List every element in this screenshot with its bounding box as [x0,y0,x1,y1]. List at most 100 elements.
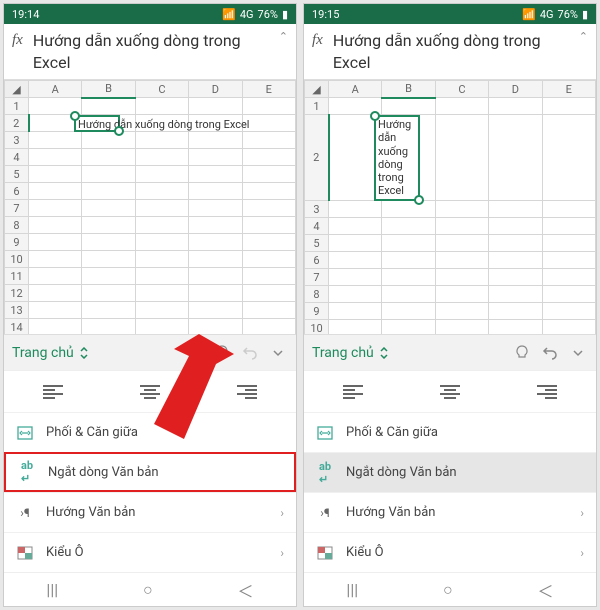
cell-style-button[interactable]: Kiểu Ô › [304,532,596,572]
cell-style-icon [316,546,334,560]
menu-label: Kiểu Ô [46,545,84,560]
text-direction-button[interactable]: ›¶ Hướng Văn bản › [4,492,296,532]
alignment-row [304,370,596,412]
row-header[interactable]: 9 [5,234,29,251]
align-center-button[interactable] [101,371,198,412]
status-time: 19:15 [312,8,339,21]
spreadsheet-grid[interactable]: ◢ A B C D E 1 2 3 4 5 6 7 8 9 10 11 12 1… [304,80,596,334]
col-header[interactable]: B [382,81,435,98]
col-header[interactable]: B [82,81,135,98]
row-header[interactable]: 6 [305,252,329,269]
align-left-button[interactable] [304,371,401,412]
col-header[interactable]: C [135,81,188,98]
col-header[interactable]: E [542,81,595,98]
col-header[interactable]: A [329,81,382,98]
row-header[interactable]: 2 [305,115,329,201]
row-header[interactable]: 5 [5,166,29,183]
home-button[interactable]: ○ [443,580,453,600]
row-header[interactable]: 10 [305,320,329,334]
home-tab[interactable]: Trang chủ [312,345,390,361]
menu-label: Hướng Văn bản [346,505,435,520]
back-button[interactable]: ＜ [238,578,254,602]
menu-label: Hướng Văn bản [46,505,135,520]
select-all-corner[interactable]: ◢ [305,81,329,98]
select-all-corner[interactable]: ◢ [5,81,29,98]
row-header[interactable]: 12 [5,285,29,302]
row-header[interactable]: 1 [305,98,329,115]
back-button[interactable]: ＜ [538,578,554,602]
wrap-text-button[interactable]: ab↵ Ngắt dòng Văn bản [4,452,296,492]
network-rate: 4G [240,8,254,21]
expand-icon[interactable]: ⌃ [279,30,288,43]
text-direction-icon: ›¶ [316,506,334,520]
row-header[interactable]: 7 [305,269,329,286]
row-header[interactable]: 5 [305,235,329,252]
row-header[interactable]: 2 [5,115,29,132]
col-header[interactable]: D [189,81,242,98]
col-header[interactable]: A [29,81,82,98]
row-header[interactable]: 8 [305,286,329,303]
lightbulb-icon[interactable] [212,343,232,363]
undo-icon[interactable] [540,343,560,363]
home-tab[interactable]: Trang chủ [12,345,90,361]
row-header[interactable]: 7 [5,200,29,217]
wrap-text-icon: ab↵ [18,459,36,485]
align-center-button[interactable] [401,371,498,412]
menu-label: Ngắt dòng Văn bản [48,465,159,480]
expand-icon[interactable]: ⌃ [579,30,588,43]
row-header[interactable]: 14 [5,319,29,334]
menu-label: Phối & Căn giữa [46,425,138,440]
android-navbar: ||| ○ ＜ [4,572,296,606]
undo-icon[interactable] [240,343,260,363]
recent-apps-button[interactable]: ||| [46,580,58,599]
home-button[interactable]: ○ [143,580,153,600]
right-screenshot: 19:15 📶 4G 76% ▮ fx Hướng dẫn xuống dòng… [303,3,597,607]
row-header[interactable]: 10 [5,251,29,268]
row-header[interactable]: 9 [305,303,329,320]
lightbulb-icon[interactable] [512,343,532,363]
status-bar: 19:14 📶 4G 76% ▮ [4,4,296,24]
formula-text[interactable]: Hướng dẫn xuống dòng trong Excel [333,30,573,73]
row-header[interactable]: 1 [5,98,29,115]
align-right-button[interactable] [199,371,296,412]
ribbon-strip: Trang chủ [304,334,596,370]
network-rate: 4G [540,8,554,21]
formula-bar[interactable]: fx Hướng dẫn xuống dòng trong Excel ⌃ [304,24,596,80]
row-header[interactable]: 3 [5,132,29,149]
battery-icon: ▮ [282,8,288,21]
row-header[interactable]: 3 [305,201,329,218]
text-direction-icon: ›¶ [16,506,34,520]
align-right-button[interactable] [499,371,596,412]
fx-icon: fx [312,32,323,49]
menu-label: Phối & Căn giữa [346,425,438,440]
text-direction-button[interactable]: ›¶ Hướng Văn bản › [304,492,596,532]
formula-bar[interactable]: fx Hướng dẫn xuống dòng trong Excel ⌃ [4,24,296,80]
spreadsheet-grid[interactable]: ◢ A B C D E 1 2 3 4 5 6 7 8 9 10 11 12 1… [4,80,296,334]
row-header[interactable]: 4 [5,149,29,166]
home-tab-label: Trang chủ [312,345,374,361]
col-header[interactable]: D [489,81,542,98]
row-header[interactable]: 8 [5,217,29,234]
chevron-up-down-icon [378,347,390,359]
merge-center-button[interactable]: Phối & Căn giữa [304,412,596,452]
chevron-down-icon[interactable] [568,343,588,363]
fx-icon: fx [12,32,23,49]
col-header[interactable]: E [242,81,295,98]
cell-style-button[interactable]: Kiểu Ô › [4,532,296,572]
row-header[interactable]: 4 [305,218,329,235]
chevron-down-icon[interactable] [268,343,288,363]
row-header[interactable]: 11 [5,268,29,285]
recent-apps-button[interactable]: ||| [346,580,358,599]
row-header[interactable]: 13 [5,302,29,319]
wrap-text-button[interactable]: ab↵ Ngắt dòng Văn bản [304,452,596,492]
merge-center-button[interactable]: Phối & Căn giữa [4,412,296,452]
chevron-right-icon: › [280,546,284,560]
chevron-right-icon: › [580,546,584,560]
battery-pct: 76% [258,8,278,21]
formula-text[interactable]: Hướng dẫn xuống dòng trong Excel [33,30,273,73]
wrap-text-icon: ab↵ [316,460,334,486]
row-header[interactable]: 6 [5,183,29,200]
col-header[interactable]: C [435,81,488,98]
left-screenshot: 19:14 📶 4G 76% ▮ fx Hướng dẫn xuống dòng… [3,3,297,607]
align-left-button[interactable] [4,371,101,412]
